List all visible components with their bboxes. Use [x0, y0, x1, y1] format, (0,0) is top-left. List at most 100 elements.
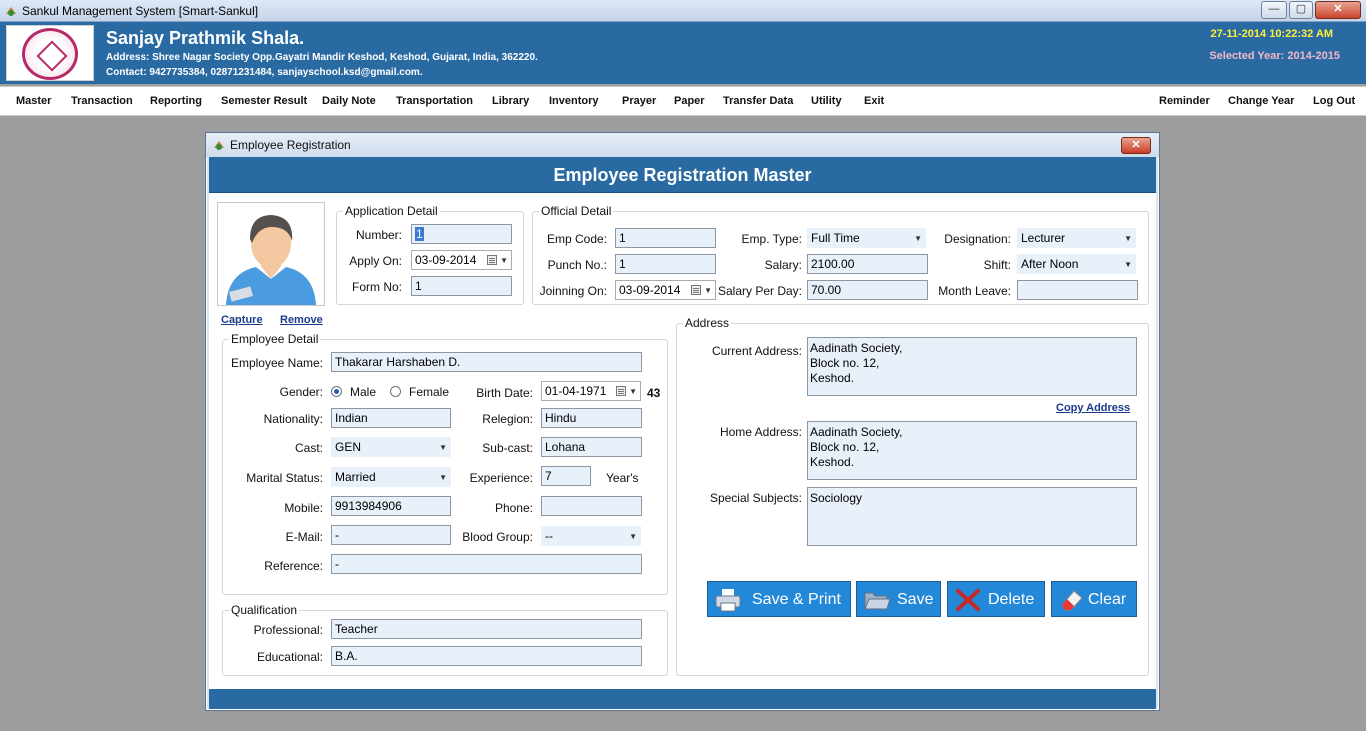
joining-on-date-picker[interactable]: 03-09-2014 ▼	[615, 280, 716, 300]
marital-status-select[interactable]: Married ▼	[331, 467, 451, 487]
religion-input[interactable]: Hindu	[541, 408, 642, 428]
emp-code-label: Emp Code:	[546, 232, 607, 246]
menu-paper[interactable]: Paper	[674, 95, 705, 107]
shift-select[interactable]: After Noon ▼	[1017, 254, 1136, 274]
minimize-button[interactable]: —	[1261, 1, 1287, 19]
menu-transportation[interactable]: Transportation	[396, 95, 473, 107]
menu-prayer[interactable]: Prayer	[622, 95, 656, 107]
menu-change-year[interactable]: Change Year	[1228, 95, 1294, 107]
current-address-label: Current Address:	[711, 344, 802, 358]
email-label: E-Mail:	[285, 530, 323, 544]
form-no-input[interactable]: 1	[411, 276, 512, 296]
employee-detail-legend: Employee Detail	[229, 332, 321, 346]
educational-input[interactable]: B.A.	[331, 646, 642, 666]
school-address: Address: Shree Nagar Society Opp.Gayatri…	[106, 52, 538, 63]
menu-inventory[interactable]: Inventory	[549, 95, 599, 107]
professional-input[interactable]: Teacher	[331, 619, 642, 639]
selected-year: Selected Year: 2014-2015	[1209, 50, 1340, 62]
dropdown-arrow-icon: ▼	[439, 473, 447, 482]
gender-female-label: Female	[409, 385, 450, 399]
experience-input[interactable]: 7	[541, 466, 591, 486]
gender-male-radio[interactable]	[331, 386, 342, 397]
dropdown-arrow-icon: ▼	[914, 234, 922, 243]
current-datetime: 27-11-2014 10:22:32 AM	[1210, 28, 1333, 40]
joining-on-label: Joinning On:	[539, 284, 607, 298]
menu-transaction[interactable]: Transaction	[71, 95, 133, 107]
menu-master[interactable]: Master	[16, 95, 51, 107]
menu-library[interactable]: Library	[492, 95, 529, 107]
experience-label: Experience:	[469, 471, 533, 485]
subcast-input[interactable]: Lohana	[541, 437, 642, 457]
app-icon	[6, 7, 16, 16]
menu-log-out[interactable]: Log Out	[1313, 95, 1355, 107]
menu-transfer-data[interactable]: Transfer Data	[723, 95, 793, 107]
phone-input[interactable]	[541, 496, 642, 516]
dialog-close-button[interactable]: ✕	[1121, 137, 1151, 154]
reference-input[interactable]: -	[331, 554, 642, 574]
capture-photo-link[interactable]: Capture	[221, 314, 263, 326]
nationality-label: Nationality:	[263, 412, 323, 426]
maximize-button[interactable]: ▢	[1289, 1, 1313, 19]
save-button[interactable]: Save	[856, 581, 941, 617]
save-print-button[interactable]: Save & Print	[707, 581, 851, 617]
person-avatar-icon	[226, 215, 316, 305]
copy-address-link[interactable]: Copy Address	[1056, 402, 1130, 414]
close-window-button[interactable]: ✕	[1315, 1, 1361, 19]
menu-reminder[interactable]: Reminder	[1159, 95, 1210, 107]
home-address-label: Home Address:	[719, 425, 802, 439]
marital-status-label: Marital Status:	[246, 471, 323, 485]
salary-input[interactable]: 2100.00	[807, 254, 928, 274]
emp-type-select[interactable]: Full Time ▼	[807, 228, 926, 248]
save-print-label: Save & Print	[752, 591, 841, 608]
shift-label: Shift:	[983, 258, 1011, 272]
dropdown-arrow-icon: ▼	[704, 286, 712, 295]
blood-group-select[interactable]: -- ▼	[541, 526, 641, 546]
educational-label: Educational:	[256, 650, 323, 664]
designation-select[interactable]: Lecturer ▼	[1017, 228, 1136, 248]
mobile-input[interactable]: 9913984906	[331, 496, 451, 516]
calendar-icon	[691, 285, 701, 295]
professional-label: Professional:	[253, 623, 323, 637]
school-name: Sanjay Prathmik Shala.	[106, 28, 305, 48]
form-title: Employee Registration Master	[553, 165, 812, 185]
emp-code-input[interactable]: 1	[615, 228, 716, 248]
apply-on-date-picker[interactable]: 03-09-2014 ▼	[411, 250, 512, 270]
eraser-icon	[1061, 590, 1083, 611]
punch-no-label: Punch No.:	[547, 258, 607, 272]
gender-female-radio[interactable]	[390, 386, 401, 397]
clear-label: Clear	[1088, 591, 1127, 608]
employee-photo[interactable]	[217, 202, 325, 306]
remove-photo-link[interactable]: Remove	[280, 314, 323, 326]
current-address-textarea[interactable]: Aadinath Society, Block no. 12, Keshod.	[807, 337, 1137, 396]
school-logo	[6, 25, 94, 81]
cast-select[interactable]: GEN ▼	[331, 437, 451, 457]
employee-name-input[interactable]: Thakarar Harshaben D.	[331, 352, 642, 372]
salary-per-day-input[interactable]: 70.00	[807, 280, 928, 300]
menu-semester-result[interactable]: Semester Result	[221, 95, 307, 107]
menu-reporting[interactable]: Reporting	[150, 95, 202, 107]
nationality-input[interactable]: Indian	[331, 408, 451, 428]
application-number-input[interactable]: 1	[411, 224, 512, 244]
application-detail-legend: Application Detail	[343, 204, 440, 218]
address-legend: Address	[683, 316, 732, 330]
menu-exit[interactable]: Exit	[864, 95, 884, 107]
school-header: Sanjay Prathmik Shala. Address: Shree Na…	[0, 22, 1366, 84]
menu-daily-note[interactable]: Daily Note	[322, 95, 376, 107]
menu-utility[interactable]: Utility	[811, 95, 842, 107]
dialog-title: Employee Registration	[230, 138, 351, 152]
special-subjects-textarea[interactable]: Sociology	[807, 487, 1137, 546]
main-menu-bar: Master Transaction Reporting Semester Re…	[0, 86, 1366, 116]
printer-icon	[715, 589, 741, 612]
delete-button[interactable]: Delete	[947, 581, 1045, 617]
home-address-textarea[interactable]: Aadinath Society, Block no. 12, Keshod.	[807, 421, 1137, 480]
subcast-label: Sub-cast:	[482, 441, 533, 455]
dropdown-arrow-icon: ▼	[629, 387, 637, 396]
dialog-body: Employee Registration Master Capture Rem…	[209, 157, 1156, 709]
email-input[interactable]: -	[331, 525, 451, 545]
calendar-icon	[616, 386, 626, 396]
salary-per-day-label: Salary Per Day:	[717, 284, 802, 298]
clear-button[interactable]: Clear	[1051, 581, 1137, 617]
birth-date-picker[interactable]: 01-04-1971 ▼	[541, 381, 641, 401]
punch-no-input[interactable]: 1	[615, 254, 716, 274]
month-leave-input[interactable]	[1017, 280, 1138, 300]
